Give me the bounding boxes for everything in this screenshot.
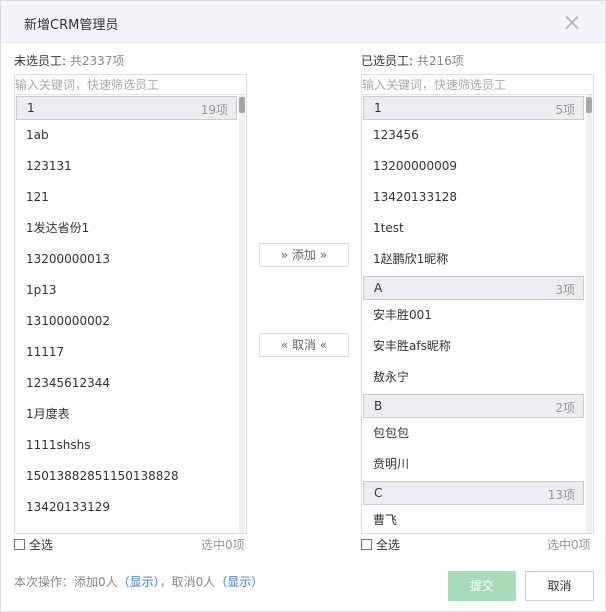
group-name: 1: [374, 101, 382, 115]
list-item[interactable]: 1月度表: [15, 399, 237, 430]
group-name: A: [374, 281, 383, 295]
selected-count-total: 共216项: [416, 54, 464, 68]
list-item[interactable]: 12345612344: [15, 368, 237, 399]
list-item[interactable]: 包包包: [362, 418, 584, 449]
select-all-checkbox[interactable]: [14, 539, 25, 550]
selected-search: [362, 75, 593, 95]
ops-prefix: 本次操作：添加0人: [14, 575, 118, 589]
list-item[interactable]: 15013882851150138828: [15, 461, 237, 492]
selected-label-text: 已选员工:: [361, 54, 414, 68]
operation-summary: 本次操作：添加0人（显示），取消0人（显示）: [14, 573, 263, 590]
unselected-search: [15, 75, 246, 95]
list-item[interactable]: 13200000009: [362, 151, 584, 182]
group-header: C 13项: [363, 481, 584, 505]
select-all-label: 全选: [376, 538, 401, 552]
scrollbar-thumb[interactable]: [586, 97, 592, 113]
list-item[interactable]: 1发达省份1: [15, 213, 237, 244]
unselected-search-input[interactable]: [15, 75, 246, 94]
list-item[interactable]: 安丰胜afs昵称: [362, 331, 584, 362]
group-header: 1 5项: [363, 96, 584, 120]
scrollbar-thumb[interactable]: [239, 97, 245, 113]
right-selected-count: 选中0项: [547, 538, 591, 552]
list-item[interactable]: 123456: [362, 120, 584, 151]
group-count: 2项: [555, 401, 575, 415]
group-name: 1: [27, 101, 35, 115]
ops-middle: ，取消0人: [159, 575, 216, 589]
unselected-count: 共2337项: [69, 54, 125, 68]
dialog-title: 新增CRM管理员: [24, 18, 119, 33]
selected-employee-panel: 1 5项 123456 13200000009 13420133128 1tes…: [361, 74, 594, 534]
list-item[interactable]: 11117: [15, 337, 237, 368]
show-removed-link[interactable]: （显示）: [215, 575, 263, 589]
list-item[interactable]: 1test: [362, 213, 584, 244]
list-item[interactable]: 敖永宁: [362, 362, 584, 393]
list-item[interactable]: 13420133128: [362, 182, 584, 213]
close-icon[interactable]: [565, 15, 579, 29]
group-header: A 3项: [363, 276, 584, 300]
list-item[interactable]: 13420133129: [15, 492, 237, 523]
right-select-all[interactable]: 全选: [361, 536, 400, 553]
list-item[interactable]: 1赵鹏欣1昵称: [362, 244, 584, 275]
group-header: B 2项: [363, 394, 584, 418]
select-all-checkbox[interactable]: [361, 539, 372, 550]
unselected-label-text: 未选员工:: [14, 54, 67, 68]
left-selected-count: 选中0项: [201, 538, 245, 552]
left-select-all[interactable]: 全选: [14, 536, 53, 553]
add-button[interactable]: » 添加 »: [259, 243, 349, 267]
list-item[interactable]: 1ab: [15, 120, 237, 151]
unselected-employee-panel: 1 19项 1ab 123131 121 1发达省份1 13200000013 …: [14, 74, 247, 534]
submit-button[interactable]: 提交: [448, 571, 516, 601]
dialog-header: 新增CRM管理员: [1, 1, 605, 43]
selected-search-input[interactable]: [362, 75, 593, 94]
cancel-button[interactable]: 取消: [525, 571, 594, 601]
group-count: 3项: [555, 283, 575, 297]
list-item[interactable]: 贲明川: [362, 449, 584, 480]
add-crm-admin-dialog: 新增CRM管理员 未选员工: 共2337项 已选员工: 共216项 1 19项 …: [0, 0, 606, 612]
group-header: 1 19项: [16, 96, 237, 120]
group-name: B: [374, 399, 383, 413]
scrollbar[interactable]: [586, 95, 592, 533]
list-item[interactable]: 1p13: [15, 275, 237, 306]
list-item[interactable]: 13100000002: [15, 306, 237, 337]
selected-label: 已选员工: 共216项: [361, 52, 464, 69]
show-added-link[interactable]: （显示）: [118, 575, 160, 589]
list-item[interactable]: 曹飞: [362, 505, 584, 533]
select-all-label: 全选: [29, 538, 54, 552]
selected-list: 1 5项 123456 13200000009 13420133128 1tes…: [362, 95, 593, 533]
unselected-label: 未选员工: 共2337项: [14, 52, 124, 69]
group-count: 13项: [547, 488, 575, 502]
group-count: 19项: [200, 103, 228, 117]
group-name: C: [374, 486, 383, 500]
unselected-list: 1 19项 1ab 123131 121 1发达省份1 13200000013 …: [15, 95, 246, 533]
scrollbar[interactable]: [239, 95, 245, 533]
list-item[interactable]: 123131: [15, 151, 237, 182]
group-count: 5项: [555, 103, 575, 117]
list-item[interactable]: 13200000013: [15, 244, 237, 275]
list-item[interactable]: 121: [15, 182, 237, 213]
list-item[interactable]: 安丰胜001: [362, 300, 584, 331]
remove-button[interactable]: « 取消 «: [259, 333, 349, 357]
list-item[interactable]: 1111shshs: [15, 430, 237, 461]
